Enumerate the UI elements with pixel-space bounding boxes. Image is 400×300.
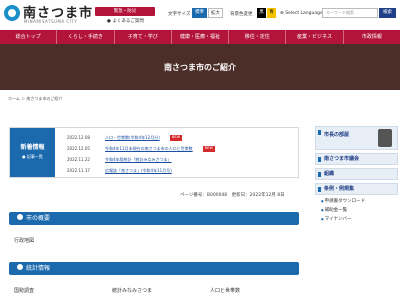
color-black-button[interactable]: 黒 (257, 8, 266, 18)
link-population[interactable]: 人口と世帯数 (210, 287, 240, 294)
section-bullet-icon (17, 264, 23, 270)
section-header-overview: 市の概要 (9, 212, 299, 225)
nav-top[interactable]: 総合トップ (0, 30, 58, 44)
new-badge: NEW (169, 135, 183, 141)
organization-link[interactable]: 組織 (315, 168, 398, 180)
mayor-room-label: 市長の部屋 (324, 132, 350, 138)
breadcrumb[interactable]: ホーム ＞ 南さつま市のご紹介 (8, 96, 62, 102)
nav-health[interactable]: 健康・医療・福祉 (172, 30, 230, 44)
logo-subtitle: MINAMISATSUMA CITY (24, 19, 78, 24)
ordinances-link[interactable]: 条例・例規集 (315, 183, 398, 195)
news-all-link[interactable]: ● 記事一覧 (10, 154, 55, 160)
faq-link[interactable]: ● よくあるご質問 (107, 18, 144, 24)
nav-childcare[interactable]: 子育て・学び (115, 30, 172, 44)
news-link[interactable]: 人口・世帯数(令和4年12月分) (105, 135, 160, 141)
search-button[interactable]: 検索 (379, 8, 396, 18)
news-date: 2022.11.22 (67, 157, 90, 162)
link-census[interactable]: 国勢調査 (14, 287, 34, 294)
search-input[interactable]: キーワード検索 (322, 8, 378, 18)
page-info: ページ番号：B000048 更新日：2022年12月 8日 (180, 193, 285, 198)
color-blue-button[interactable]: 青 (267, 8, 276, 18)
nav-migration[interactable]: 移住・定住 (229, 30, 287, 44)
nav-city-info[interactable]: 市政情報 (344, 30, 400, 44)
news-link[interactable]: 広報誌「南さつま」(令和4年11月号) (105, 168, 172, 174)
section-bullet-icon (17, 214, 23, 220)
news-header: 新着情報 ● 記事一覧 (10, 128, 55, 177)
font-size-label: 文字サイズ (168, 12, 191, 17)
news-panel: 新着情報 ● 記事一覧 2022.12.08 人口・世帯数(令和4年12月分) … (9, 127, 299, 178)
news-item[interactable]: 2022.11.22 令和4年版統計「統計みなみさつま」 (67, 157, 172, 163)
news-title: 新着情報 (20, 144, 45, 151)
news-date: 2022.12.08 (67, 135, 90, 140)
mayor-room-link[interactable]: 市長の部屋 (315, 126, 398, 150)
font-size-large-button[interactable]: 拡大 (208, 8, 223, 18)
nav-business[interactable]: 産業・ビジネス (286, 30, 344, 44)
nav-living[interactable]: くらし・手続き (57, 30, 115, 44)
site-header: 南さつま市 MINAMISATSUMA CITY 緊急・防災 ● よくあるご質問… (0, 0, 400, 30)
news-date: 2022.11.17 (67, 168, 90, 173)
link-statistics-book[interactable]: 統計みなみさつま (112, 287, 152, 294)
news-link[interactable]: 令和4年版統計「統計みなみさつま」 (105, 157, 172, 163)
forms-download-link[interactable]: 申請書ダウンロード (321, 198, 398, 204)
news-item[interactable]: 2022.12.05 令和4年11月末現在の南さつま市の人口と世帯数 NEW (67, 146, 215, 152)
section-header-statistics: 統計情報 (9, 262, 299, 275)
logo-emblem-icon (4, 5, 20, 21)
news-date: 2022.12.05 (67, 146, 90, 151)
mayor-photo (378, 129, 392, 147)
page-title: 南さつま市のご紹介 (164, 63, 236, 72)
disaster-button[interactable]: 緊急・防災 (95, 7, 155, 16)
news-item[interactable]: 2022.12.08 人口・世帯数(令和4年12月分) NEW (67, 135, 183, 141)
logo-text: 南さつま市 (23, 5, 94, 21)
sidebar: 市長の部屋 南さつま市議会 組織 条例・例規集 申請書ダウンロード 補助金一覧 … (315, 126, 398, 222)
language-selector[interactable]: ⊕ Select Language (280, 11, 323, 16)
link-administrative-map[interactable]: 行政地図 (14, 237, 34, 244)
section-title: 市の概要 (26, 215, 51, 222)
news-link[interactable]: 令和4年11月末現在の南さつま市の人口と世帯数 (105, 146, 193, 152)
news-item[interactable]: 2022.11.17 広報誌「南さつま」(令和4年11月号) (67, 168, 172, 174)
my-number-link[interactable]: マイナンバー (321, 216, 398, 222)
background-color-label: 背景色変更 (230, 12, 253, 17)
subsidies-link[interactable]: 補助金一覧 (321, 207, 398, 213)
city-council-link[interactable]: 南さつま市議会 (315, 153, 398, 165)
font-size-standard-button[interactable]: 標準 (192, 8, 207, 18)
new-badge: NEW (202, 146, 215, 152)
section-title: 統計情報 (26, 265, 51, 272)
global-nav: 総合トップ くらし・手続き 子育て・学び 健康・医療・福祉 移住・定住 産業・ビ… (0, 30, 400, 44)
